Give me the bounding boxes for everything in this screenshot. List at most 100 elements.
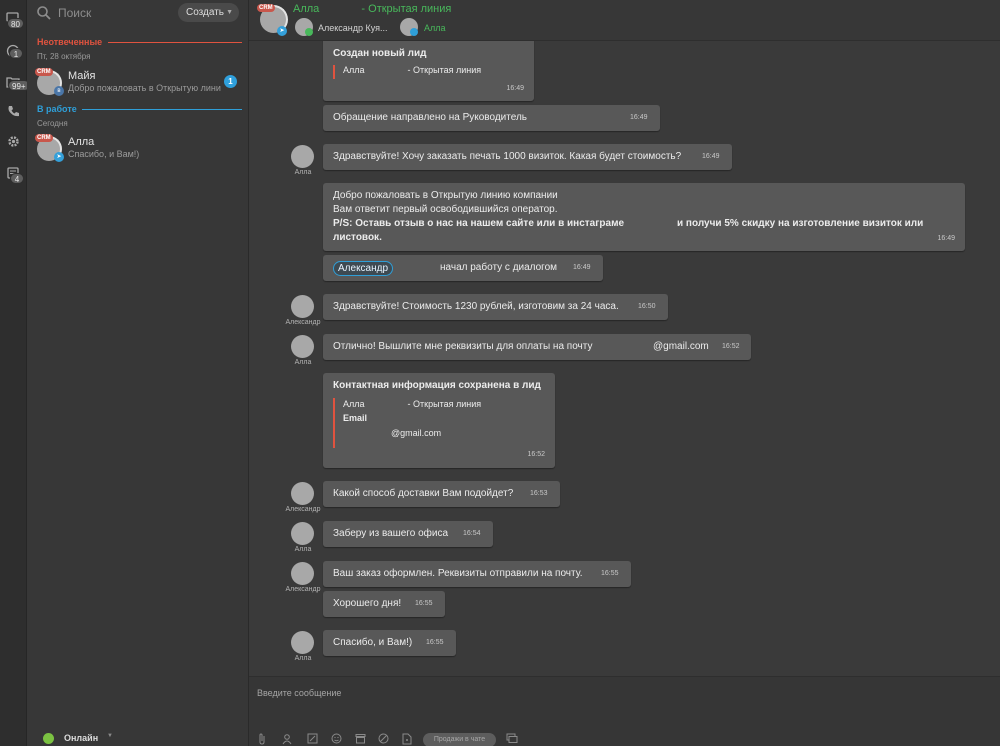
phone-icon[interactable] [3,101,23,121]
chat-item-maya[interactable]: CRM в Майя Добро пожаловать в Открытую л… [27,67,249,103]
system-message-lead-created: Создан новый лид Алла - Открытая линия 1… [323,41,534,101]
message-bubble: Какой способ доставки Вам подойдет? 16:5… [323,481,560,507]
attach-icon[interactable] [255,733,269,746]
avatar[interactable] [291,295,314,318]
telegram-icon: ➤ [54,152,64,162]
crm-badge: CRM [257,4,275,12]
message-bubble: Спасибо, и Вам!) 16:55 [323,630,456,656]
edit-icon[interactable] [305,733,319,746]
message-title: Контактная информация сохранена в лид [333,380,541,391]
status-label: Онлайн [64,733,99,743]
message-title: Создан новый лид [333,48,427,59]
copy-icon[interactable] [505,733,519,746]
section-divider-in-work [82,109,242,110]
smile-icon[interactable] [329,733,343,746]
avatar[interactable] [291,335,314,358]
message-bubble: Отлично! Вышлите мне реквизиты для оплат… [323,334,751,360]
app-rail: 80 1 99+ 4 [0,0,30,746]
chevron-down-icon: ▼ [226,9,233,16]
document-icon[interactable] [400,733,414,746]
message-line: Добро пожаловать в Открытую линию компан… [333,190,558,201]
sales-in-chat-button[interactable]: Продажи в чате [423,733,496,746]
chat-title-suffix: - Открытая линия [361,3,452,15]
field-label: Email [343,413,368,423]
operator-mention[interactable]: Александр [333,261,394,276]
section-date-unanswered: Пт, 28 октября [37,52,91,61]
avatar[interactable] [291,522,314,545]
message-time: 16:55 [601,570,619,577]
user-icon[interactable] [280,733,294,746]
sender-name: Алла [294,546,312,553]
message-line: Вам ответит первый освободившийся операт… [333,204,558,215]
message-bubble: Здравствуйте! Стоимость 1230 рублей, изг… [323,294,668,320]
message-line: P/S: Оставь отзыв о нас на нашем сайте и… [333,218,625,229]
member-name[interactable]: Алла [424,23,446,33]
create-button-label: Создать [186,7,225,18]
chat-title-name: Алла [293,3,320,15]
quote-line: Алла - Открытая линия [343,399,481,409]
system-message-routed: Обращение направлено на Руководитель 16:… [323,105,660,131]
avatar[interactable] [291,145,314,168]
message-time: 16:55 [415,600,433,607]
message-time: 16:53 [530,490,548,497]
message-time: 16:49 [702,153,720,160]
message-text: Обращение направлено на Руководитель [333,112,528,123]
search-input[interactable] [58,4,188,22]
hide-icon[interactable] [376,733,390,746]
message-bubble: Здравствуйте! Хочу заказать печать 1000 … [323,144,732,170]
avatar[interactable] [291,631,314,654]
field-value: @gmail.com [391,428,442,438]
sender-name: Александр [285,506,321,513]
message-line: и получи 5% скидку на изготовление визит… [677,218,924,229]
notifications-count-badge: 4 [10,173,24,184]
chat-count-badge: 80 [7,18,24,29]
avatar[interactable] [291,482,314,505]
member-name[interactable]: Александр Куя... [318,23,388,33]
chat-title[interactable]: Алла - Открытая линия [293,3,451,15]
create-button[interactable]: Создать ▼ [178,3,239,22]
message-time: 16:50 [638,303,656,310]
section-title-unanswered: Неотвеченные [37,37,103,47]
section-date-in-work: Сегодня [37,119,68,128]
unread-badge: 1 [224,75,237,88]
message-time: 16:49 [937,235,955,242]
section-divider-unanswered [108,42,242,43]
system-message-contact-saved: Контактная информация сохранена в лид Ал… [323,373,555,468]
chat-name: Майя [68,70,96,82]
section-title-in-work: В работе [37,104,77,114]
sender-name: Алла [294,655,312,662]
quote-suffix: - Открытая линия [407,399,482,409]
chat-preview: Спасибо, и Вам!) [68,149,140,159]
message-text: Ваш заказ оформлен. Реквизиты отправили … [333,568,583,579]
message-time: 16:52 [722,343,740,350]
message-text: начал работу с диалогом [440,262,558,273]
chevron-down-icon: ▼ [107,733,113,739]
message-composer: Продажи в чате [249,676,1000,746]
message-text: Здравствуйте! Хочу заказать печать 1000 … [333,151,682,162]
online-status-icon [43,733,54,744]
message-line: листовок. [333,232,382,243]
form-icon[interactable] [353,733,367,746]
welcome-message: Добро пожаловать в Открытую линию компан… [323,183,965,251]
message-text: Спасибо, и Вам!) [333,637,413,648]
message-bubble: Хорошего дня! 16:55 [323,591,445,617]
gear-icon[interactable] [3,131,23,151]
message-text: Заберу из вашего офиса [333,528,449,539]
chat-list-panel: Создать ▼ Неотвеченные Пт, 28 октября CR… [27,0,249,746]
message-input[interactable] [257,684,957,702]
message-time: 16:49 [630,114,648,121]
message-time: 16:54 [463,530,481,537]
sender-name: Алла [294,169,312,176]
message-bubble: Ваш заказ оформлен. Реквизиты отправили … [323,561,631,587]
message-text: Отлично! Вышлите мне реквизиты для оплат… [333,341,593,352]
email-tail: @gmail.com [653,341,709,352]
sender-name: Александр [285,319,321,326]
contact-quote: Алла - Открытая линия Email @gmail.com [333,398,481,448]
message-time: 16:49 [506,85,524,92]
chat-header: CRM ➤ Алла - Открытая линия Александр Ку… [249,0,1000,41]
chat-item-alla[interactable]: CRM ➤ Алла Спасибо, и Вам!) [27,133,249,169]
message-time: 16:55 [426,639,444,646]
avatar[interactable] [291,562,314,585]
crm-badge: CRM [35,68,53,76]
vk-icon: в [54,86,64,96]
